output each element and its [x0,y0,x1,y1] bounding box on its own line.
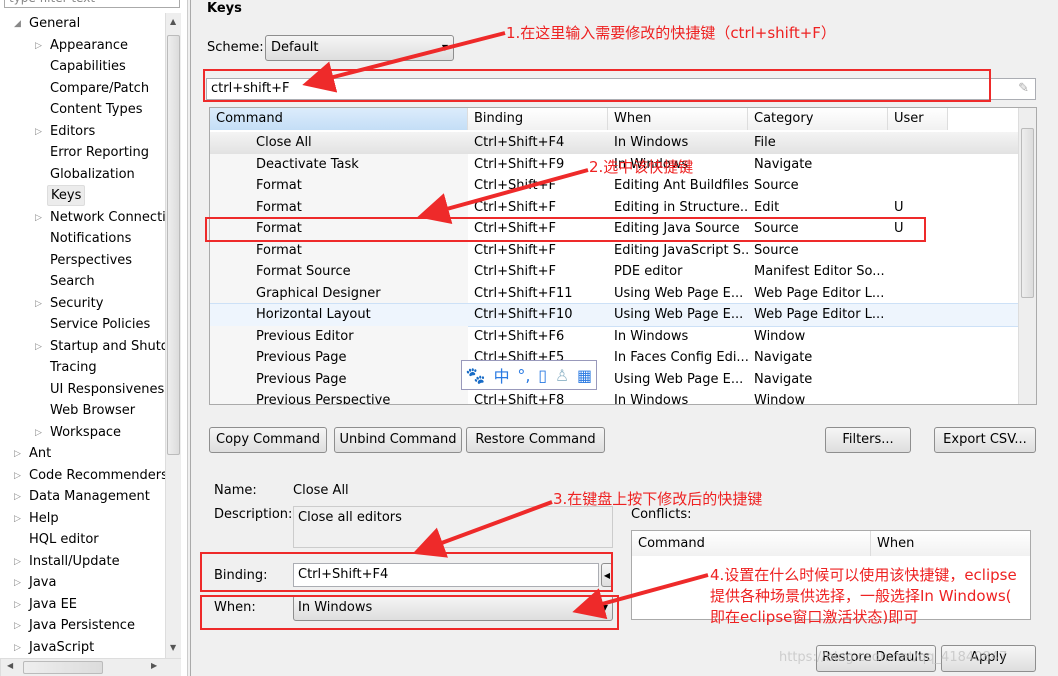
annotation-4-line: 提供各种场景供选择，一般选择In Windows( [710,587,1012,605]
annotation-2: 2.选中该快捷键 [589,158,694,176]
arrow-2 [417,168,589,225]
annotation-1: 1.在这里输入需要修改的快捷键（ctrl+shift+F） [506,24,836,42]
arrow-3 [412,500,553,558]
annotation-4-line: 4.设置在什么时候可以使用该快捷键，eclipse [710,566,1017,584]
annotation-3: 3.在键盘上按下修改后的快捷键 [553,490,763,508]
annotation-4: 4.设置在什么时候可以使用该快捷键，eclipse 提供各种场景供选择，一般选择… [710,565,1017,628]
arrow-1 [302,31,506,93]
annotation-4-line: 即在eclipse窗口激活状态)即可 [710,608,919,626]
arrow-4 [572,573,709,620]
